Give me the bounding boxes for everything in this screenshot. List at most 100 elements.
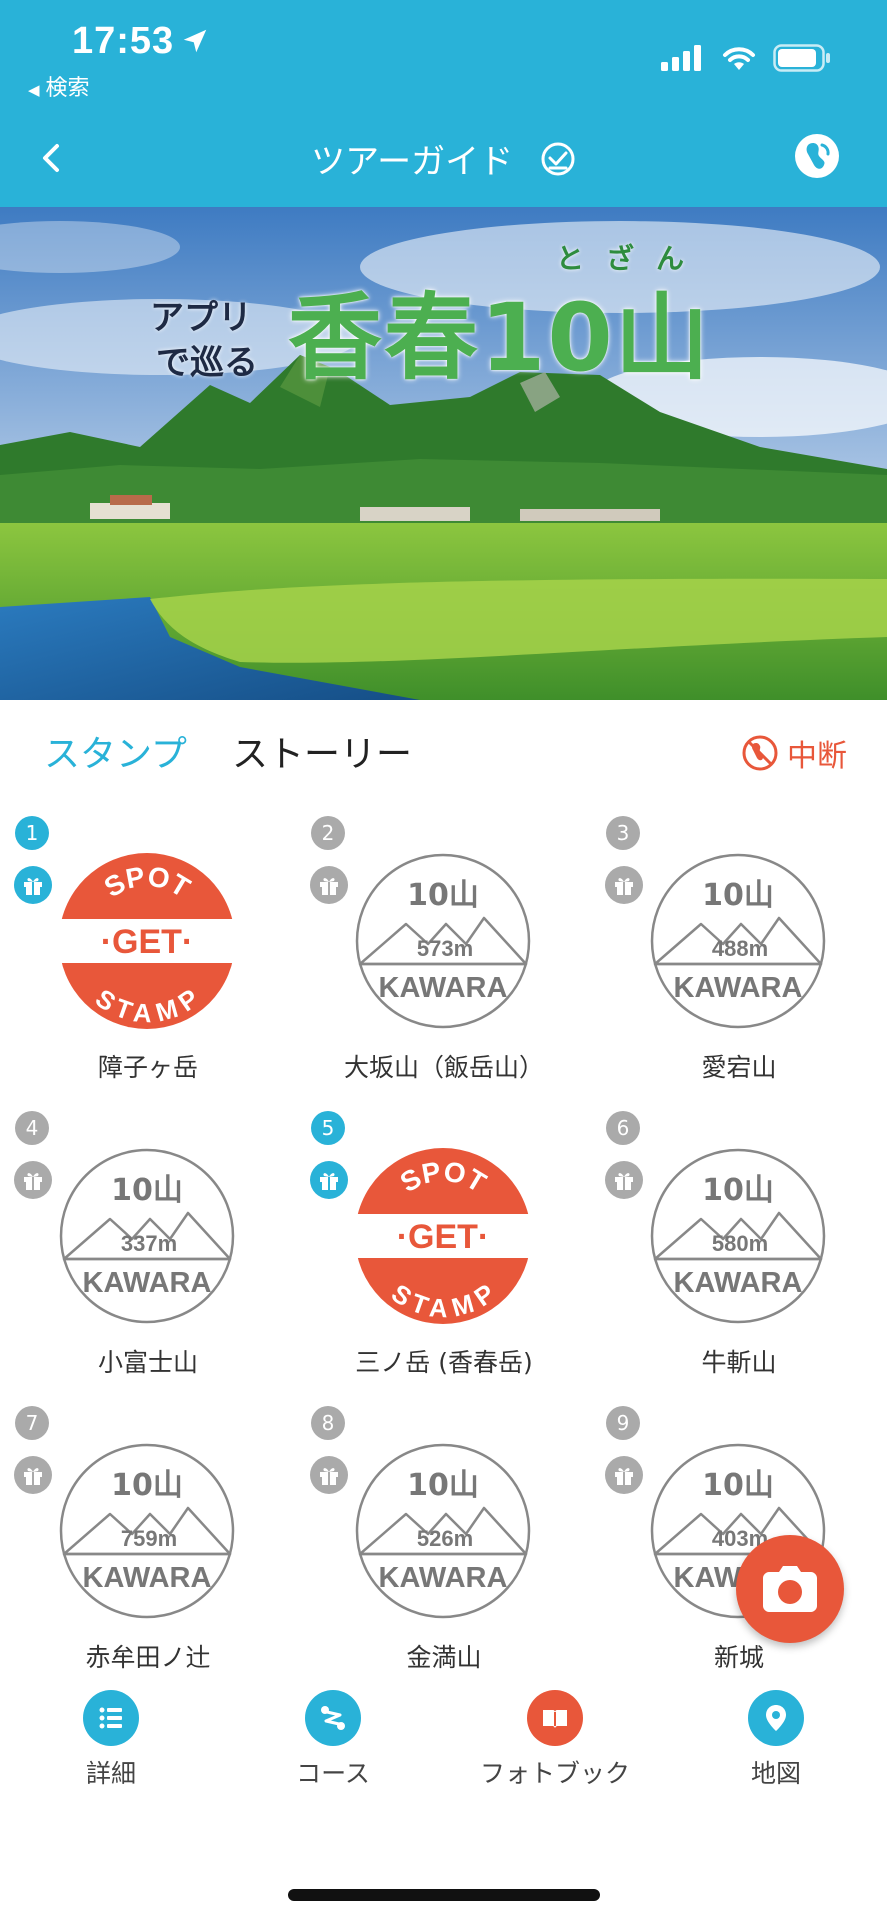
bottom-nav-book[interactable]: フォトブック [444,1690,666,1790]
stamp-spot-name: 金満山 [406,1643,482,1672]
route-icon [305,1690,361,1746]
stamp-spot-name: 牛斬山 [701,1348,777,1377]
stamp-altitude-text: 580m [712,1231,768,1256]
bottom-nav-label: 詳細 [85,1759,136,1788]
stamp-spot-name: 新城 [713,1643,764,1672]
stamp-number-badge: 3 [606,816,640,850]
stamp-altitude-text: 526m [417,1526,473,1551]
stamp-cell[interactable]: 2 10山 573m KAWARA 大坂山（飯岳山） [296,810,592,1106]
stamp-spot-name: 小富士山 [97,1348,198,1377]
bottom-nav-label: コース [296,1759,370,1788]
gift-icon[interactable] [14,1456,52,1494]
stamp-brand-text: 10山 [702,878,774,913]
stamp-brand-text: 10山 [111,1173,183,1208]
bottom-nav-map-pin[interactable]: 地図 [665,1690,887,1790]
stamp-altitude-text: 337m [121,1231,177,1256]
bottom-nav: 詳細 コース フォトブック 地図 [0,1690,887,1800]
nav-bar: ツアーガイド [0,130,887,190]
pause-guide-icon [742,735,778,771]
list-icon [83,1690,139,1746]
tab-stamp[interactable]: スタンプ [44,725,187,777]
stamp-area-text: KAWARA [674,1267,803,1299]
bottom-nav-route[interactable]: コース [222,1690,444,1790]
camera-button[interactable] [736,1535,844,1643]
stamp-cell[interactable]: 8 10山 526m KAWARA 金満山 [296,1400,592,1696]
stamp-brand-text: 10山 [111,1468,183,1503]
stamp-number-badge: 6 [606,1111,640,1145]
stamp-cell[interactable]: 4 10山 337m KAWARA 小富士山 [0,1105,296,1401]
spot-get-stamp[interactable]: SPOT·GET·STAMP [354,1147,532,1325]
pause-label: 中断 [787,739,847,774]
gift-icon[interactable] [310,866,348,904]
stamp-get-text: ·GET· [101,923,194,961]
stamp-altitude-text: 488m [712,936,768,961]
map-pin-icon [748,1690,804,1746]
locked-stamp[interactable]: 10山 573m KAWARA [354,852,532,1030]
stamp-cell[interactable]: 6 10山 580m KAWARA 牛斬山 [591,1105,887,1401]
hero-banner: アプリ で巡る とざん 香春10山 [0,207,887,700]
guide-voice-icon[interactable] [793,132,841,180]
bottom-nav-list[interactable]: 詳細 [0,1690,222,1790]
gift-icon[interactable] [605,1456,643,1494]
stamp-altitude-text: 573m [417,936,473,961]
locked-stamp[interactable]: 10山 759m KAWARA [58,1442,236,1620]
signal-icon [661,45,701,71]
stamp-number-badge: 4 [15,1111,49,1145]
stamp-brand-text: 10山 [702,1173,774,1208]
stamp-altitude-text: 759m [121,1526,177,1551]
banner-subtitle-line1: アプリ [150,298,252,338]
stamp-spot-name: 大坂山（飯岳山） [343,1053,544,1082]
stamp-brand-text: 10山 [407,1468,479,1503]
location-arrow-icon [183,29,207,53]
stamp-area-text: KAWARA [83,1562,212,1594]
camera-icon [763,1566,817,1612]
book-icon [527,1690,583,1746]
check-circle-icon[interactable] [540,141,576,177]
stamp-cell[interactable]: 1 SPOT ·GET· STAMP 障子ヶ岳 [0,810,296,1106]
stamp-spot-name: 赤牟田ノ辻 [85,1643,211,1672]
banner-title: 香春10山 [288,284,711,393]
locked-stamp[interactable]: 10山 488m KAWARA [649,852,827,1030]
wifi-icon [723,47,755,70]
stamp-number-badge: 8 [311,1406,345,1440]
page-title-text: ツアーガイド [311,142,514,182]
gift-icon[interactable] [14,1161,52,1199]
locked-stamp[interactable]: 10山 337m KAWARA [58,1147,236,1325]
locked-stamp[interactable]: 10山 580m KAWARA [649,1147,827,1325]
stamp-cell[interactable]: 3 10山 488m KAWARA 愛宕山 [591,810,887,1106]
locked-stamp[interactable]: 10山 526m KAWARA [354,1442,532,1620]
stamp-spot-name: 三ノ岳 (香春岳) [355,1348,533,1377]
gift-icon[interactable] [14,866,52,904]
stamp-area-text: KAWARA [379,972,508,1004]
stamp-number-badge: 5 [311,1111,345,1145]
gift-icon[interactable] [605,1161,643,1199]
stamp-number-badge: 1 [15,816,49,850]
stamp-area-text: KAWARA [379,1562,508,1594]
spot-get-stamp[interactable]: SPOT·GET·STAMP [58,852,236,1030]
stamp-number-badge: 9 [606,1406,640,1440]
gift-icon[interactable] [310,1161,348,1199]
app-screen: 17:53 ◀ 検索 ツアーガイド アプリ で巡る とざん 香春10山 スタンプ… [0,0,887,1920]
stamp-cell[interactable]: 910山403mKAWARA新城 [591,1400,887,1696]
tab-story[interactable]: ストーリー [232,725,412,777]
page-title: ツアーガイド [0,134,887,183]
status-time: 17:53 [72,20,175,62]
stamp-brand-text: 10山 [407,878,479,913]
home-indicator[interactable] [288,1889,600,1901]
back-to-app-link[interactable]: ◀ 検索 [28,70,90,102]
bottom-nav-label: フォトブック [479,1759,630,1788]
bottom-nav-label: 地図 [750,1759,801,1788]
stamp-spot-name: 愛宕山 [701,1053,777,1082]
stamp-get-text: ·GET· [397,1218,490,1256]
stamp-cell[interactable]: 7 10山 759m KAWARA 赤牟田ノ辻 [0,1400,296,1696]
stamp-brand-text: 10山 [702,1468,774,1503]
pause-button[interactable]: 中断 [741,731,847,775]
back-triangle-icon: ◀ [28,81,40,99]
stamp-cell[interactable]: 5 SPOT ·GET· STAMP 三ノ岳 (香春岳) [296,1105,592,1401]
battery-icon [773,44,830,72]
header: 17:53 ◀ 検索 ツアーガイド [0,0,887,207]
gift-icon[interactable] [605,866,643,904]
gift-icon[interactable] [310,1456,348,1494]
tab-bar: スタンプ ストーリー 中断 [0,725,887,785]
stamp-spot-name: 障子ヶ岳 [97,1053,198,1082]
